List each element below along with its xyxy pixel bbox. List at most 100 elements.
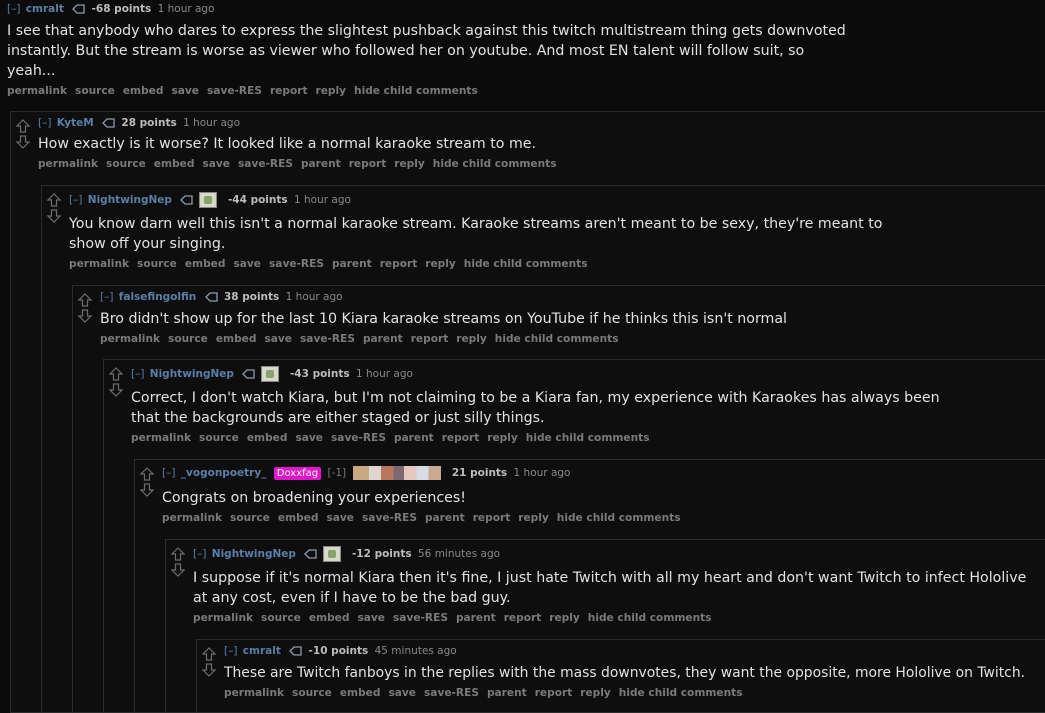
upvote-arrow-icon[interactable] xyxy=(16,119,30,133)
embed-link[interactable]: embed xyxy=(123,85,164,97)
hide-child-comments-link[interactable]: hide child comments xyxy=(588,612,712,624)
parent-link[interactable]: parent xyxy=(363,333,403,345)
downvote-arrow-icon[interactable] xyxy=(47,209,61,223)
hide-child-comments-link[interactable]: hide child comments xyxy=(619,687,743,699)
save-res-link[interactable]: save-RES xyxy=(331,432,386,444)
reply-link[interactable]: reply xyxy=(456,333,487,345)
reply-link[interactable]: reply xyxy=(394,158,425,170)
source-link[interactable]: source xyxy=(261,612,301,624)
parent-link[interactable]: parent xyxy=(487,687,527,699)
reply-link[interactable]: reply xyxy=(580,687,611,699)
report-link[interactable]: report xyxy=(473,512,511,524)
upvote-arrow-icon[interactable] xyxy=(202,647,216,661)
report-link[interactable]: report xyxy=(504,612,542,624)
save-res-link[interactable]: save-RES xyxy=(362,512,417,524)
permalink-link[interactable]: permalink xyxy=(193,612,253,624)
comment-author[interactable]: cmralt xyxy=(243,645,281,657)
parent-link[interactable]: parent xyxy=(425,512,465,524)
save-link[interactable]: save xyxy=(233,258,261,270)
source-link[interactable]: source xyxy=(292,687,332,699)
tag-icon[interactable] xyxy=(304,549,317,559)
source-link[interactable]: source xyxy=(168,333,208,345)
hide-child-comments-link[interactable]: hide child comments xyxy=(557,512,681,524)
save-res-link[interactable]: save-RES xyxy=(269,258,324,270)
collapse-toggle[interactable]: [–] xyxy=(224,645,237,657)
permalink-link[interactable]: permalink xyxy=(224,687,284,699)
report-link[interactable]: report xyxy=(270,85,308,97)
save-link[interactable]: save xyxy=(295,432,323,444)
hide-child-comments-link[interactable]: hide child comments xyxy=(433,158,557,170)
downvote-arrow-icon[interactable] xyxy=(171,563,185,577)
report-link[interactable]: report xyxy=(411,333,449,345)
save-res-link[interactable]: save-RES xyxy=(393,612,448,624)
downvote-arrow-icon[interactable] xyxy=(109,383,123,397)
report-link[interactable]: report xyxy=(535,687,573,699)
save-link[interactable]: save xyxy=(264,333,292,345)
tag-icon[interactable] xyxy=(180,195,193,205)
upvote-arrow-icon[interactable] xyxy=(78,293,92,307)
parent-link[interactable]: parent xyxy=(456,612,496,624)
embed-link[interactable]: embed xyxy=(340,687,381,699)
collapse-toggle[interactable]: [–] xyxy=(7,3,20,15)
embed-link[interactable]: embed xyxy=(216,333,257,345)
permalink-link[interactable]: permalink xyxy=(100,333,160,345)
permalink-link[interactable]: permalink xyxy=(131,432,191,444)
comment-author[interactable]: NightwingNep xyxy=(88,194,172,206)
hide-child-comments-link[interactable]: hide child comments xyxy=(526,432,650,444)
reply-link[interactable]: reply xyxy=(425,258,456,270)
embed-link[interactable]: embed xyxy=(154,158,195,170)
comment-author[interactable]: KyteM xyxy=(57,117,94,129)
save-link[interactable]: save xyxy=(388,687,416,699)
report-link[interactable]: report xyxy=(349,158,387,170)
collapse-toggle[interactable]: [–] xyxy=(100,291,113,303)
tag-icon[interactable] xyxy=(204,292,218,302)
comment-author[interactable]: falsefingolfin xyxy=(119,291,196,303)
permalink-link[interactable]: permalink xyxy=(69,258,129,270)
downvote-arrow-icon[interactable] xyxy=(140,483,154,497)
upvote-arrow-icon[interactable] xyxy=(140,467,154,481)
save-res-link[interactable]: save-RES xyxy=(424,687,479,699)
comment-author[interactable]: NightwingNep xyxy=(150,368,234,380)
comment-author[interactable]: _vogonpoetry_ xyxy=(181,467,267,479)
tag-icon[interactable] xyxy=(102,118,115,128)
permalink-link[interactable]: permalink xyxy=(162,512,222,524)
reply-link[interactable]: reply xyxy=(316,85,347,97)
hide-child-comments-link[interactable]: hide child comments xyxy=(495,333,619,345)
comment-author[interactable]: NightwingNep xyxy=(212,548,296,560)
tag-icon[interactable] xyxy=(289,646,302,656)
collapse-toggle[interactable]: [–] xyxy=(69,194,82,206)
source-link[interactable]: source xyxy=(106,158,146,170)
save-res-link[interactable]: save-RES xyxy=(207,85,262,97)
embed-link[interactable]: embed xyxy=(309,612,350,624)
parent-link[interactable]: parent xyxy=(394,432,434,444)
report-link[interactable]: report xyxy=(380,258,418,270)
source-link[interactable]: source xyxy=(137,258,177,270)
collapse-toggle[interactable]: [–] xyxy=(162,467,175,479)
downvote-arrow-icon[interactable] xyxy=(202,663,216,677)
collapse-toggle[interactable]: [–] xyxy=(131,368,144,380)
tag-icon[interactable] xyxy=(72,4,85,14)
source-link[interactable]: source xyxy=(230,512,270,524)
tag-icon[interactable] xyxy=(242,369,255,379)
save-link[interactable]: save xyxy=(326,512,354,524)
save-link[interactable]: save xyxy=(171,85,199,97)
comment-author[interactable]: cmralt xyxy=(26,3,64,15)
report-link[interactable]: report xyxy=(442,432,480,444)
downvote-arrow-icon[interactable] xyxy=(78,309,92,323)
reply-link[interactable]: reply xyxy=(487,432,518,444)
source-link[interactable]: source xyxy=(199,432,239,444)
permalink-link[interactable]: permalink xyxy=(38,158,98,170)
downvote-arrow-icon[interactable] xyxy=(16,135,30,149)
save-res-link[interactable]: save-RES xyxy=(300,333,355,345)
permalink-link[interactable]: permalink xyxy=(7,85,67,97)
collapse-toggle[interactable]: [–] xyxy=(38,117,51,129)
parent-link[interactable]: parent xyxy=(301,158,341,170)
embed-link[interactable]: embed xyxy=(247,432,288,444)
reply-link[interactable]: reply xyxy=(549,612,580,624)
upvote-arrow-icon[interactable] xyxy=(47,193,61,207)
parent-link[interactable]: parent xyxy=(332,258,372,270)
embed-link[interactable]: embed xyxy=(185,258,226,270)
upvote-arrow-icon[interactable] xyxy=(171,547,185,561)
save-link[interactable]: save xyxy=(202,158,230,170)
reply-link[interactable]: reply xyxy=(518,512,549,524)
